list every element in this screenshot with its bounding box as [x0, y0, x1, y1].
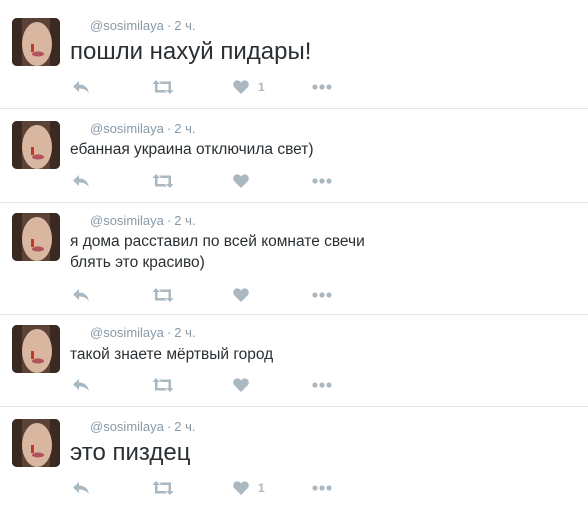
tweet-actions [0, 171, 588, 191]
tweet[interactable]: @sosimilaya · 2 ч. ебанная украина отключи… [0, 108, 588, 202]
reply-icon [73, 482, 89, 494]
tweet-actions: 1 [0, 77, 588, 97]
timestamp[interactable]: 2 ч. [174, 325, 195, 340]
reply-icon [73, 81, 89, 93]
reply-icon [73, 379, 89, 391]
retweet-icon [152, 288, 174, 302]
tweet-text: пошли нахуй пидары! [70, 37, 311, 67]
heart-icon [233, 378, 249, 392]
avatar[interactable] [12, 213, 60, 261]
more-button[interactable] [312, 171, 332, 191]
tweet-text-line: я дома расставил по всей комнате свечи [70, 233, 365, 250]
separator-dot: · [166, 213, 172, 228]
tweet[interactable]: @sosimilaya · 2 ч. пошли нахуй пидары! 1 [0, 0, 588, 108]
timestamp[interactable]: 2 ч. [174, 419, 195, 434]
tweet-header: @sosimilaya · 2 ч. [90, 419, 195, 435]
tweet-header: @sosimilaya · 2 ч. [90, 325, 195, 341]
username[interactable]: @sosimilaya [90, 419, 164, 434]
tweet-text-line: пошли нахуй пидары! [70, 38, 312, 65]
tweet-actions: 1 [0, 478, 588, 498]
reply-icon [73, 289, 89, 301]
tweet-header: @sosimilaya · 2 ч. [90, 18, 195, 34]
retweet-button[interactable] [152, 77, 174, 97]
reply-button[interactable] [72, 171, 90, 191]
separator-dot: · [166, 325, 172, 340]
tweet-text-line: блять это красиво) [70, 254, 205, 271]
more-icon [312, 485, 332, 491]
like-button[interactable] [233, 171, 258, 191]
like-button[interactable] [233, 285, 258, 305]
separator-dot: · [166, 121, 172, 136]
tweet-text-line: такой знаете мёртвый город [70, 346, 274, 363]
more-icon [312, 382, 332, 388]
more-button[interactable] [312, 285, 332, 305]
tweet-header: @sosimilaya · 2 ч. [90, 121, 195, 137]
username[interactable]: @sosimilaya [90, 18, 164, 33]
username[interactable]: @sosimilaya [90, 325, 164, 340]
reply-button[interactable] [72, 375, 90, 395]
reply-icon [73, 175, 89, 187]
avatar[interactable] [12, 18, 60, 66]
timestamp[interactable]: 2 ч. [174, 213, 195, 228]
heart-icon [233, 481, 249, 495]
like-button[interactable]: 1 [233, 77, 265, 97]
reply-button[interactable] [72, 478, 90, 498]
more-button[interactable] [312, 375, 332, 395]
more-icon [312, 178, 332, 184]
username[interactable]: @sosimilaya [90, 121, 164, 136]
retweet-button[interactable] [152, 478, 174, 498]
like-count: 1 [258, 80, 265, 94]
retweet-icon [152, 174, 174, 188]
like-button[interactable] [233, 375, 258, 395]
more-button[interactable] [312, 478, 332, 498]
tweet-text: это пиздец [70, 438, 190, 468]
tweet-header: @sosimilaya · 2 ч. [90, 213, 195, 229]
retweet-icon [152, 481, 174, 495]
username[interactable]: @sosimilaya [90, 213, 164, 228]
retweet-button[interactable] [152, 285, 174, 305]
like-count: 1 [258, 481, 265, 495]
timestamp[interactable]: 2 ч. [174, 18, 195, 33]
retweet-icon [152, 378, 174, 392]
tweet[interactable]: @sosimilaya · 2 ч. я дома расставил по все… [0, 202, 588, 314]
retweet-button[interactable] [152, 171, 174, 191]
tweet-actions [0, 285, 588, 305]
tweet-text-line: это пиздец [70, 439, 191, 466]
timeline: @sosimilaya·2 ч. пошли нахуй пидары! 1 [0, 0, 588, 505]
heart-icon [233, 80, 249, 94]
like-button[interactable]: 1 [233, 478, 265, 498]
timestamp[interactable]: 2 ч. [174, 121, 195, 136]
reply-button[interactable] [72, 77, 90, 97]
separator-dot: · [166, 18, 172, 33]
more-icon [312, 84, 332, 90]
tweet-text: ебанная украина отключила свет) [70, 139, 314, 160]
retweet-button[interactable] [152, 375, 174, 395]
tweet[interactable]: @sosimilaya · 2 ч. такой знаете мёртвый го… [0, 314, 588, 406]
tweet-actions [0, 375, 588, 395]
more-button[interactable] [312, 77, 332, 97]
tweet-text: такой знаете мёртвый город [70, 344, 273, 365]
tweet-text-line: ебанная украина отключила свет) [70, 141, 314, 158]
avatar[interactable] [12, 419, 60, 467]
reply-button[interactable] [72, 285, 90, 305]
avatar[interactable] [12, 121, 60, 169]
tweet-text: я дома расставил по всей комнате свечи б… [70, 231, 365, 273]
more-icon [312, 292, 332, 298]
avatar[interactable] [12, 325, 60, 373]
heart-icon [233, 288, 249, 302]
separator-dot: · [166, 419, 172, 434]
tweet[interactable]: @sosimilaya · 2 ч. это пиздец 1 [0, 406, 588, 505]
heart-icon [233, 174, 249, 188]
retweet-icon [152, 80, 174, 94]
